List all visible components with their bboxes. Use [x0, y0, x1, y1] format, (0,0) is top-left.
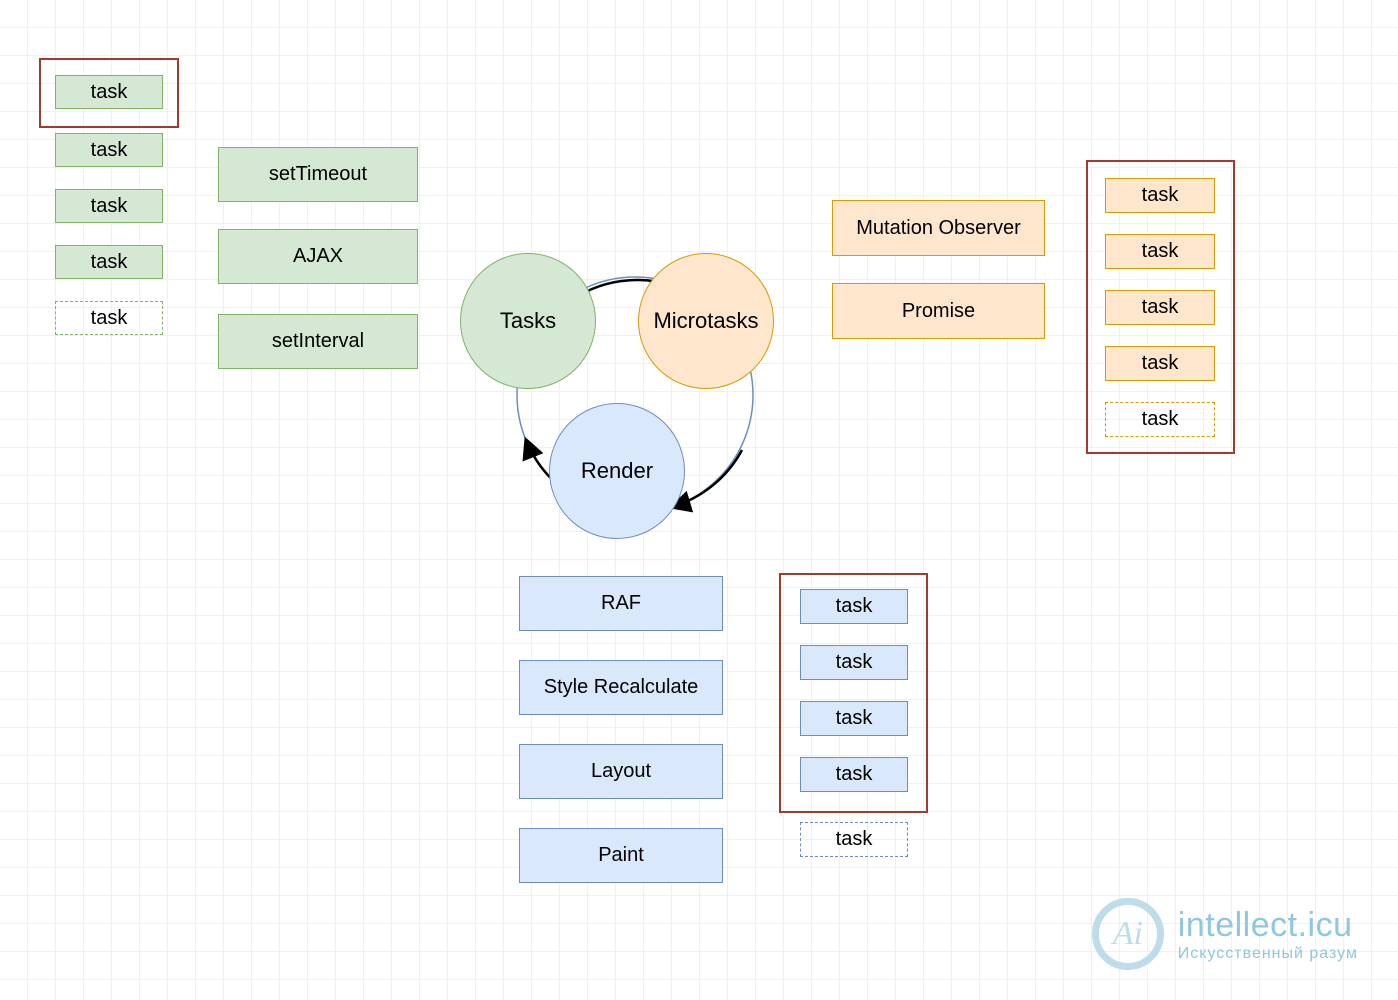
watermark-icon: Ai — [1092, 898, 1164, 970]
tasks-source-box: setTimeout — [218, 147, 418, 202]
render-task-item: task — [800, 645, 908, 680]
microtask-item: task — [1105, 234, 1215, 269]
microtask-item: task — [1105, 346, 1215, 381]
microtask-item-pending: task — [1105, 402, 1215, 437]
watermark-subtitle: Искусственный разум — [1178, 945, 1358, 963]
render-task-item-pending: task — [800, 822, 908, 857]
render-step-box: Paint — [519, 828, 723, 883]
microtask-item: task — [1105, 290, 1215, 325]
render-step-box: RAF — [519, 576, 723, 631]
render-circle: Render — [549, 403, 685, 539]
microtasks-circle: Microtasks — [638, 253, 774, 389]
render-task-item: task — [800, 589, 908, 624]
tasks-source-box: setInterval — [218, 314, 418, 369]
task-item: task — [55, 189, 163, 223]
render-step-box: Layout — [519, 744, 723, 799]
tasks-circle: Tasks — [460, 253, 596, 389]
microtasks-source-box: Promise — [832, 283, 1045, 339]
task-item: task — [55, 245, 163, 279]
watermark-logo: Ai intellect.icu Искусственный разум — [1092, 898, 1358, 970]
microtask-item: task — [1105, 178, 1215, 213]
render-step-box: Style Recalculate — [519, 660, 723, 715]
render-task-item: task — [800, 757, 908, 792]
microtasks-source-box: Mutation Observer — [832, 200, 1045, 256]
task-item: task — [55, 75, 163, 109]
task-item: task — [55, 133, 163, 167]
watermark-title: intellect.icu — [1178, 906, 1358, 945]
render-task-item: task — [800, 701, 908, 736]
task-item-pending: task — [55, 301, 163, 335]
tasks-source-box: AJAX — [218, 229, 418, 284]
